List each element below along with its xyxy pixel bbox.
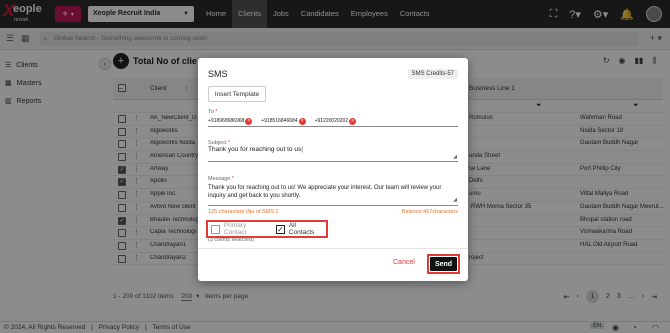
sms-credits-badge: SMS Credits-57 — [407, 69, 458, 79]
subject-input[interactable]: Thank you for reaching out to us| ◢ — [208, 146, 458, 162]
send-button[interactable]: Send — [430, 257, 457, 271]
recipient-chip: +91220020202 × — [315, 116, 357, 126]
remove-icon[interactable]: × — [245, 117, 253, 125]
sms-dialog: SMS SMS Credits-57 Insert Template To * … — [198, 58, 468, 281]
resize-handle-icon[interactable]: ◢ — [453, 196, 457, 204]
message-textarea[interactable]: Thank you for reaching out to us! We app… — [208, 184, 458, 206]
remove-icon[interactable]: × — [298, 117, 306, 125]
contact-type-options: Primary Contact ✓ All Contacts — [206, 220, 328, 238]
all-contacts-checkbox[interactable]: ✓ — [275, 224, 285, 234]
balance-count: Balance:467characters — [401, 209, 458, 215]
to-recipients-field[interactable]: +918968686968 × +918516846684 × +912200202… — [208, 116, 458, 127]
remove-icon[interactable]: × — [349, 117, 357, 125]
insert-template-button[interactable]: Insert Template — [208, 86, 266, 102]
recipient-chip: +918968686968 × — [208, 116, 253, 126]
resize-handle-icon[interactable]: ◢ — [453, 154, 457, 160]
cancel-button[interactable]: Cancel — [393, 259, 415, 266]
primary-contact-checkbox[interactable] — [211, 224, 220, 234]
dialog-title: SMS — [208, 69, 228, 79]
selected-count: (3 clients selected) — [208, 237, 254, 243]
character-count: 125 characters |No of SMS:1 — [208, 209, 279, 215]
recipient-chip: +918516846684 × — [261, 116, 306, 126]
